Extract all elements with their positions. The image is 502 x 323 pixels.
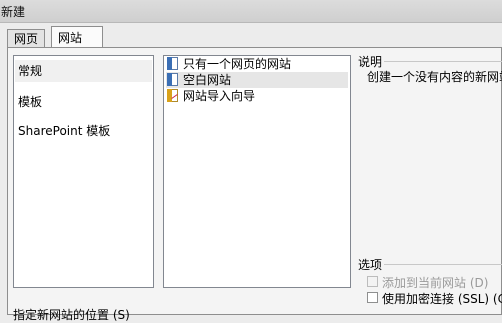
checkbox-label: 使用加密连接 (SSL) (C) <box>382 292 502 306</box>
options-label: 选项 <box>358 256 385 273</box>
checkbox-box <box>367 292 378 303</box>
page-icon <box>167 57 178 70</box>
tab-website[interactable]: 网站 <box>51 26 103 48</box>
category-item-templates[interactable]: 模板 <box>18 93 42 110</box>
wizard-icon <box>167 89 178 102</box>
checkbox-label: 添加到当前网站 (D) <box>382 276 489 290</box>
window-title: 新建 <box>1 5 26 19</box>
description-divider <box>380 61 502 62</box>
checkbox-box <box>367 276 378 287</box>
template-item-label: 网站导入向导 <box>183 89 256 103</box>
template-item-label: 只有一个网页的网站 <box>183 57 292 71</box>
template-item-import-wizard[interactable]: 网站导入向导 <box>166 88 348 104</box>
title-bar: 新建 <box>0 0 502 23</box>
options-divider <box>380 264 502 265</box>
category-item-sharepoint[interactable]: SharePoint 模板 <box>18 122 110 139</box>
template-list[interactable]: 只有一个网页的网站 空白网站 网站导入向导 <box>163 55 351 288</box>
tab-webpage[interactable]: 网页 <box>7 29 45 47</box>
category-item-general[interactable]: 常规 <box>15 60 152 82</box>
template-item-one-page[interactable]: 只有一个网页的网站 <box>166 56 348 72</box>
template-item-label: 空白网站 <box>183 73 232 87</box>
description-text: 创建一个没有内容的新网站。 <box>367 70 502 84</box>
page-icon <box>167 73 178 86</box>
category-list[interactable]: 常规 模板 SharePoint 模板 <box>13 55 154 288</box>
template-item-blank[interactable]: 空白网站 <box>166 72 348 88</box>
